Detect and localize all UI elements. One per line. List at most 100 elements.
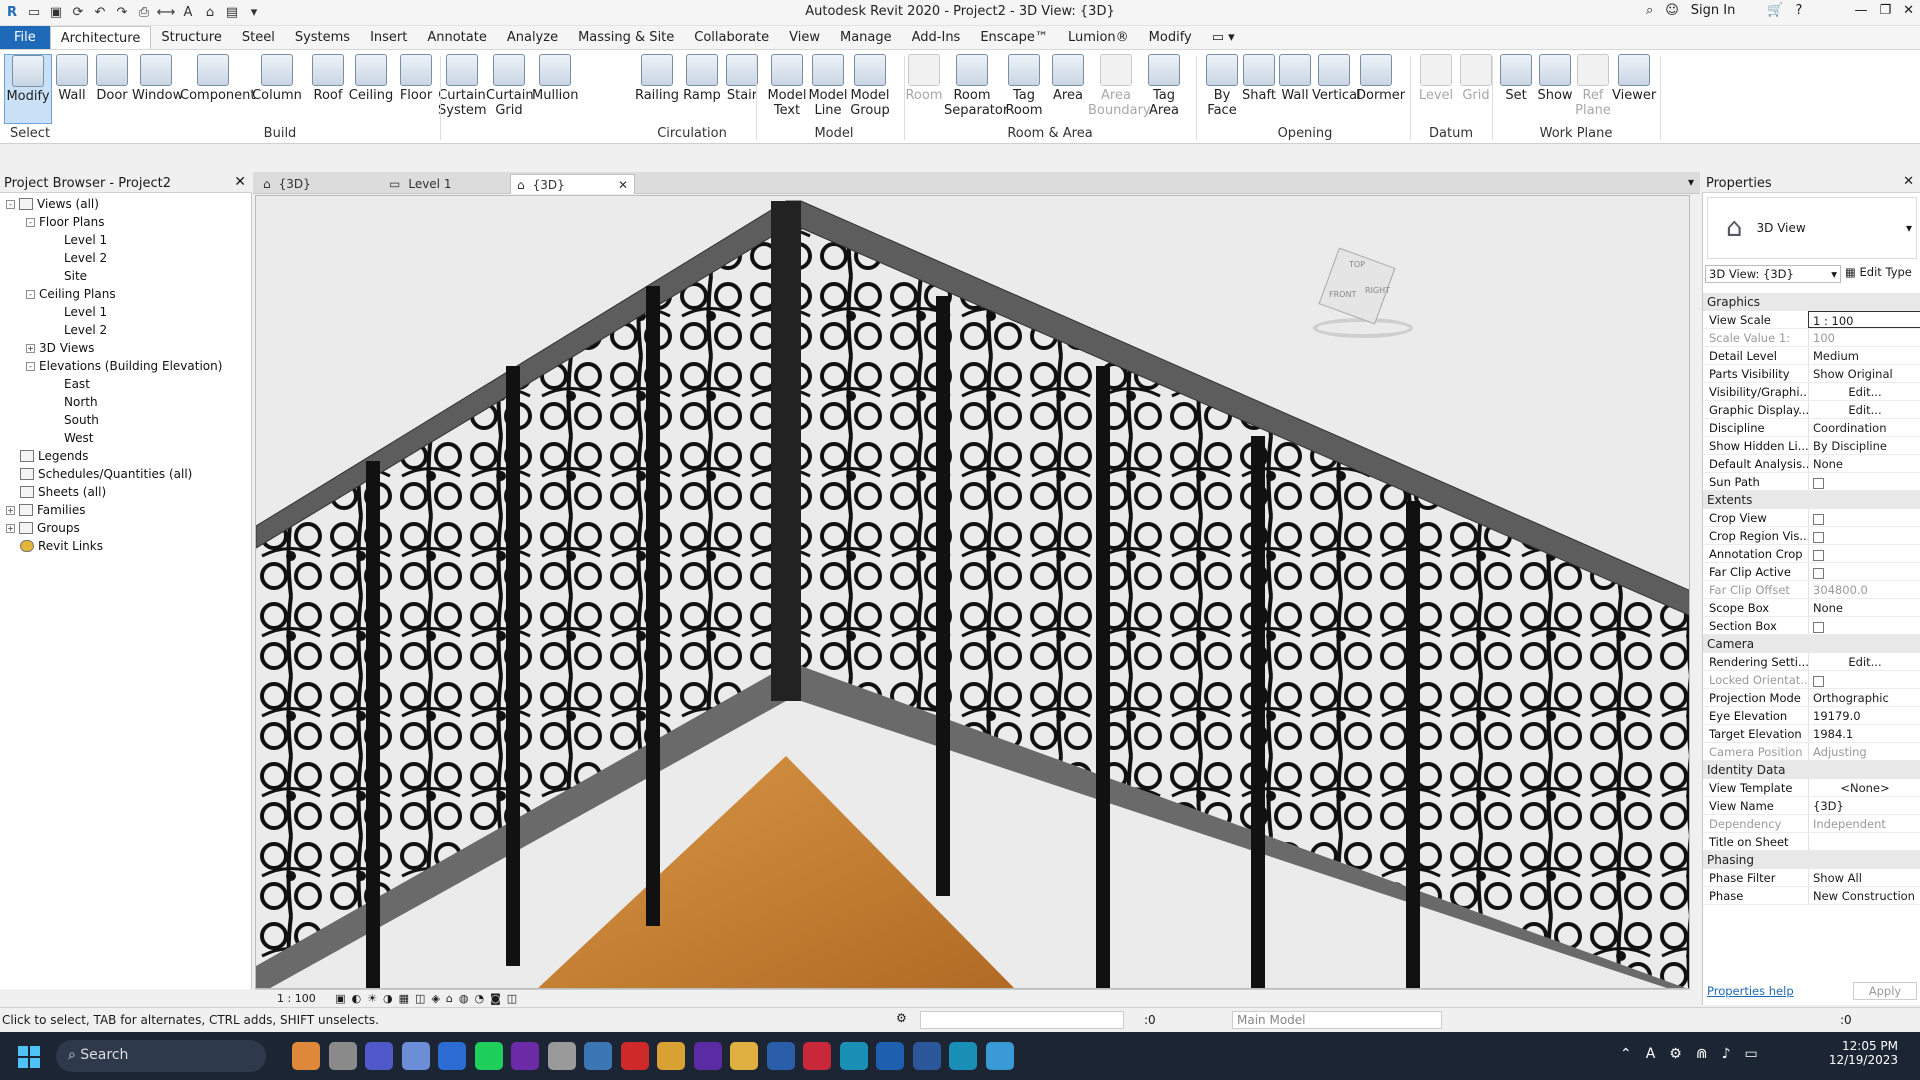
ribbon-model-model-line-button[interactable]: Model Line bbox=[808, 54, 848, 118]
close-icon[interactable]: ✕ bbox=[234, 174, 246, 190]
ribbon-room-tag-room-button[interactable]: Tag Room bbox=[1000, 54, 1048, 118]
checkbox[interactable] bbox=[1813, 514, 1824, 525]
ribbon-circulation-ramp-button[interactable]: Ramp bbox=[682, 54, 722, 103]
expand-icon[interactable]: + bbox=[6, 523, 15, 533]
checkbox[interactable] bbox=[1813, 622, 1824, 633]
checkbox[interactable] bbox=[1813, 568, 1824, 579]
ribbon-circulation-railing-button[interactable]: Railing bbox=[632, 54, 682, 103]
property-group-camera[interactable]: Camera bbox=[1703, 635, 1920, 653]
collapse-icon[interactable]: - bbox=[26, 289, 35, 299]
property-value[interactable]: {3D} bbox=[1808, 797, 1920, 814]
restore-button[interactable]: ❐ bbox=[1879, 3, 1891, 18]
ribbon-build-curtain-grid-button[interactable]: Curtain Grid bbox=[486, 54, 534, 118]
tree-item[interactable]: Level 2 bbox=[64, 251, 107, 265]
property-row-projection[interactable]: Projection Mode Orthographic bbox=[1703, 689, 1920, 707]
property-row-graphic-display[interactable]: Graphic Display... Edit... bbox=[1703, 401, 1920, 419]
property-row-sun-path[interactable]: Sun Path bbox=[1703, 473, 1920, 491]
apply-button[interactable]: Apply bbox=[1853, 982, 1917, 1000]
after-effects-icon[interactable] bbox=[730, 1042, 758, 1070]
viewcube-top-label[interactable]: TOP bbox=[1349, 260, 1365, 269]
start-icon[interactable] bbox=[18, 1046, 40, 1068]
tree-item[interactable]: Schedules/Quantities (all) bbox=[20, 467, 192, 481]
tree-item[interactable]: - Ceiling Plans bbox=[26, 287, 116, 301]
property-row-rendering[interactable]: Rendering Setti... Edit... bbox=[1703, 653, 1920, 671]
property-row-locked[interactable]: Locked Orientat... bbox=[1703, 671, 1920, 689]
property-group-identity[interactable]: Identity Data bbox=[1703, 761, 1920, 779]
worksets-icon[interactable]: ⚙ bbox=[896, 1011, 907, 1025]
tab-annotate[interactable]: Annotate bbox=[417, 26, 496, 49]
ribbon-datum-grid-button[interactable]: Grid bbox=[1456, 54, 1496, 103]
edit-type-button[interactable]: ▦ Edit Type bbox=[1845, 265, 1912, 279]
premiere-icon[interactable] bbox=[547, 1042, 576, 1070]
select-dropdown[interactable]: Select bbox=[6, 126, 54, 141]
tab-manage[interactable]: Manage bbox=[830, 26, 902, 49]
ribbon-workplane-set-button[interactable]: Set bbox=[1496, 54, 1536, 103]
clock[interactable]: 12:05 PM 12/19/2023 bbox=[1828, 1039, 1898, 1067]
tab-structure[interactable]: Structure bbox=[151, 26, 231, 49]
teams-icon[interactable] bbox=[365, 1042, 393, 1070]
property-value[interactable] bbox=[1808, 527, 1920, 544]
property-value[interactable]: Edit... bbox=[1808, 401, 1920, 418]
property-value[interactable]: 304800.0 bbox=[1808, 581, 1920, 598]
tab-view[interactable]: View bbox=[779, 26, 830, 49]
tab-lumion-[interactable]: Lumion® bbox=[1058, 26, 1139, 49]
ribbon-opening-vertical-button[interactable]: Vertical bbox=[1312, 54, 1361, 103]
checkbox[interactable] bbox=[1813, 478, 1824, 489]
ribbon-panel-datum[interactable]: Datum bbox=[1410, 126, 1492, 141]
edge-icon[interactable] bbox=[474, 1042, 503, 1070]
ribbon-panel-model[interactable]: Model bbox=[764, 126, 904, 141]
tree-item[interactable]: Legends bbox=[20, 449, 88, 463]
help-icon[interactable]: ? bbox=[1796, 3, 1803, 18]
property-value[interactable] bbox=[1808, 545, 1920, 562]
property-row-vis-graphics[interactable]: Visibility/Graphi... Edit... bbox=[1703, 383, 1920, 401]
view-controls-icons[interactable]: ▣◐☀◑▦◫◈⌂◍◔◙◫ bbox=[335, 992, 523, 1005]
tree-item[interactable]: East bbox=[64, 377, 90, 391]
ribbon-build-door-button[interactable]: Door bbox=[92, 54, 132, 103]
tab-add-ins[interactable]: Add-Ins bbox=[902, 26, 971, 49]
instance-selector[interactable]: 3D View: {3D} ▾ bbox=[1705, 265, 1841, 283]
property-value[interactable]: 1984.1 bbox=[1808, 725, 1920, 742]
property-value[interactable]: Edit... bbox=[1808, 383, 1920, 400]
ribbon-panel-work-plane[interactable]: Work Plane bbox=[1492, 126, 1660, 141]
opera-icon[interactable] bbox=[657, 1042, 685, 1070]
property-row-view-template[interactable]: View Template <None> bbox=[1703, 779, 1920, 797]
expand-icon[interactable]: + bbox=[6, 505, 15, 515]
photos-icon[interactable] bbox=[401, 1042, 430, 1070]
3d-viewport[interactable]: TOP FRONT RIGHT bbox=[255, 195, 1690, 989]
tree-item[interactable]: West bbox=[64, 431, 94, 445]
property-value[interactable]: Show All bbox=[1808, 869, 1920, 886]
ribbon-build-component-button[interactable]: Component bbox=[180, 54, 255, 103]
ribbon-opening-dormer-button[interactable]: Dormer bbox=[1356, 54, 1405, 103]
view-scale[interactable]: 1 : 100 bbox=[277, 992, 316, 1005]
property-row-view-scale[interactable]: View Scale 1 : 100 bbox=[1703, 311, 1920, 329]
user-icon[interactable]: ☺ bbox=[1665, 3, 1679, 18]
property-row-phase[interactable]: Phase New Construction bbox=[1703, 887, 1920, 905]
property-value[interactable]: 1 : 100 bbox=[1808, 311, 1920, 328]
task-view-icon[interactable] bbox=[328, 1042, 357, 1070]
property-value[interactable] bbox=[1808, 617, 1920, 634]
viewcube[interactable]: TOP FRONT RIGHT bbox=[1293, 247, 1413, 338]
ribbon-build-roof-button[interactable]: Roof bbox=[308, 54, 348, 103]
media-icon[interactable] bbox=[693, 1042, 722, 1070]
file-explorer-icon[interactable] bbox=[766, 1042, 795, 1070]
property-group-graphics[interactable]: Graphics bbox=[1703, 293, 1920, 311]
autocad-icon[interactable] bbox=[839, 1042, 868, 1070]
minimize-button[interactable]: — bbox=[1854, 3, 1867, 18]
tab-modify[interactable]: Modify bbox=[1139, 26, 1202, 49]
property-value[interactable] bbox=[1808, 509, 1920, 526]
cart-icon[interactable]: 🛒 bbox=[1767, 3, 1783, 18]
property-value[interactable] bbox=[1808, 671, 1920, 688]
3dsmax-icon[interactable] bbox=[620, 1042, 649, 1070]
tab-3d-1[interactable]: ⌂ {3D} bbox=[257, 174, 317, 194]
collapse-icon[interactable]: - bbox=[26, 217, 35, 227]
tree-item[interactable]: Level 1 bbox=[64, 233, 107, 247]
lightroom-icon[interactable] bbox=[438, 1042, 466, 1070]
tab-3d-active[interactable]: ⌂ {3D} ✕ bbox=[510, 174, 635, 194]
collapse-icon[interactable]: - bbox=[6, 199, 15, 209]
property-row-default-analysis[interactable]: Default Analysis... None bbox=[1703, 455, 1920, 473]
type-selector[interactable]: ⌂ 3D View ▾ bbox=[1707, 197, 1917, 259]
collapse-icon[interactable]: - bbox=[26, 361, 35, 371]
ribbon-build-window-button[interactable]: Window bbox=[132, 54, 183, 103]
properties-help-link[interactable]: Properties help bbox=[1707, 984, 1794, 998]
property-value[interactable]: 19179.0 bbox=[1808, 707, 1920, 724]
